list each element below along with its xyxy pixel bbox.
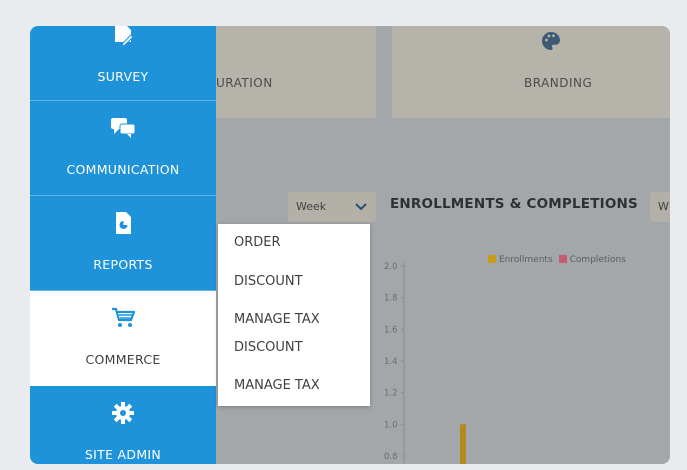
sidebar-item-communication[interactable]: COMMUNICATION (30, 101, 216, 196)
reports-icon (116, 212, 131, 234)
submenu-item-manage-tax[interactable]: MANAGE TAX (234, 378, 320, 393)
sidebar-item-label: REPORTS (93, 257, 153, 272)
gear-icon (112, 402, 134, 424)
week-select[interactable]: Week (288, 192, 376, 222)
chart-title: ENROLLMENTS & COMPLETIONS (390, 196, 638, 212)
week-select-secondary-value: W (658, 200, 669, 213)
sidebar: SURVEY COMMUNICATION REPORTS COMMERCE SI… (30, 26, 216, 464)
week-select-secondary[interactable]: W (650, 192, 670, 222)
sidebar-item-survey[interactable]: SURVEY (30, 26, 216, 101)
configuration-card-label: URATION (216, 76, 273, 90)
chevron-down-icon (355, 203, 367, 211)
sidebar-item-label: SURVEY (97, 69, 149, 84)
submenu-item-discount[interactable]: DISCOUNT (234, 340, 303, 355)
sidebar-item-label: COMMUNICATION (66, 162, 180, 177)
y-tick-label: 2.0 (384, 262, 398, 272)
cart-icon (112, 307, 136, 327)
sidebar-item-commerce[interactable]: COMMERCE (30, 291, 216, 386)
configuration-card[interactable]: URATION (216, 26, 376, 118)
submenu-item-manage-tax[interactable]: MANAGE TAX (234, 312, 320, 327)
chat-icon (111, 118, 136, 138)
enrollments-bar (460, 424, 466, 464)
palette-icon (542, 32, 560, 50)
y-tick-label: 0.8 (384, 452, 398, 462)
sidebar-item-reports[interactable]: REPORTS (30, 196, 216, 291)
y-tick-label: 1.4 (384, 357, 398, 367)
branding-card[interactable]: BRANDING (392, 26, 670, 118)
submenu-item-order[interactable]: ORDER (234, 235, 281, 250)
sidebar-item-site-admin[interactable]: SITE ADMIN (30, 386, 216, 464)
y-tick-label: 1.6 (384, 325, 398, 335)
commerce-submenu: ORDER DISCOUNT MANAGE TAX DISCOUNT MANAG… (218, 224, 370, 406)
enrollments-chart: 2.0 1.8 1.6 1.4 1.2 1.0 0.8 (384, 261, 466, 464)
app-frame: URATION BRANDING Week ENROLLMENTS & COMP… (30, 26, 670, 464)
y-tick-label: 1.2 (384, 389, 398, 399)
sidebar-item-label: COMMERCE (85, 352, 161, 367)
y-tick-label: 1.8 (384, 294, 398, 304)
y-tick-label: 1.0 (384, 420, 398, 430)
sidebar-item-label: SITE ADMIN (84, 447, 162, 462)
week-select-value: Week (296, 200, 327, 213)
branding-card-label: BRANDING (524, 76, 593, 90)
submenu-item-discount[interactable]: DISCOUNT (234, 274, 303, 289)
survey-icon (115, 26, 134, 47)
